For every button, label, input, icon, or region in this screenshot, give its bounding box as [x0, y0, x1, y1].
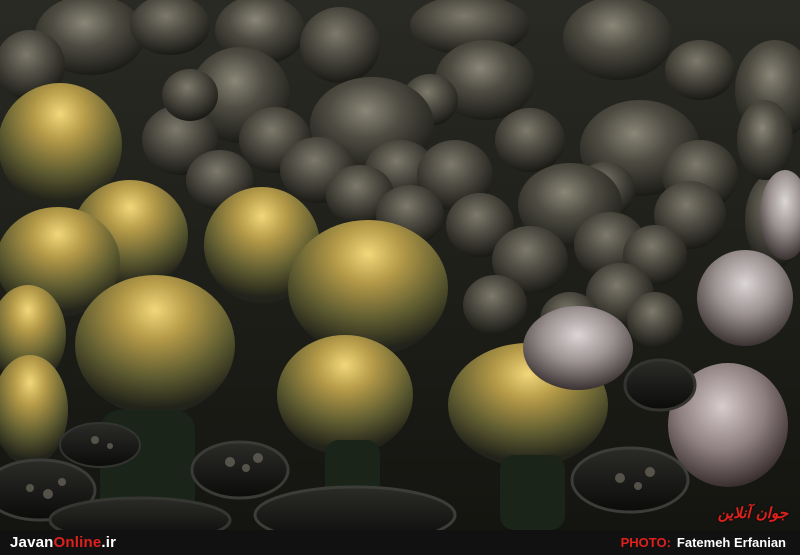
footer-bar: JavanOnline.ir PHOTO: Fatemeh Erfanian [0, 530, 800, 555]
site-name-tld: .ir [101, 534, 117, 551]
photo-frame: جوان آنلاین JavanOnline.ir PHOTO: Fatemeh… [0, 0, 800, 555]
site-name-javan: Javan [10, 534, 54, 551]
photographer-name: Fatemeh Erfanian [676, 535, 786, 550]
watermark-logo: جوان آنلاین [717, 504, 789, 522]
cactus-scene [0, 0, 800, 530]
site-name-online: Online [53, 534, 102, 551]
photo-credit: PHOTO: Fatemeh Erfanian [621, 535, 786, 550]
photo-credit-label: PHOTO: [620, 535, 671, 550]
cactus-photo: جوان آنلاین [0, 0, 800, 530]
site-name: JavanOnline.ir [10, 534, 116, 551]
